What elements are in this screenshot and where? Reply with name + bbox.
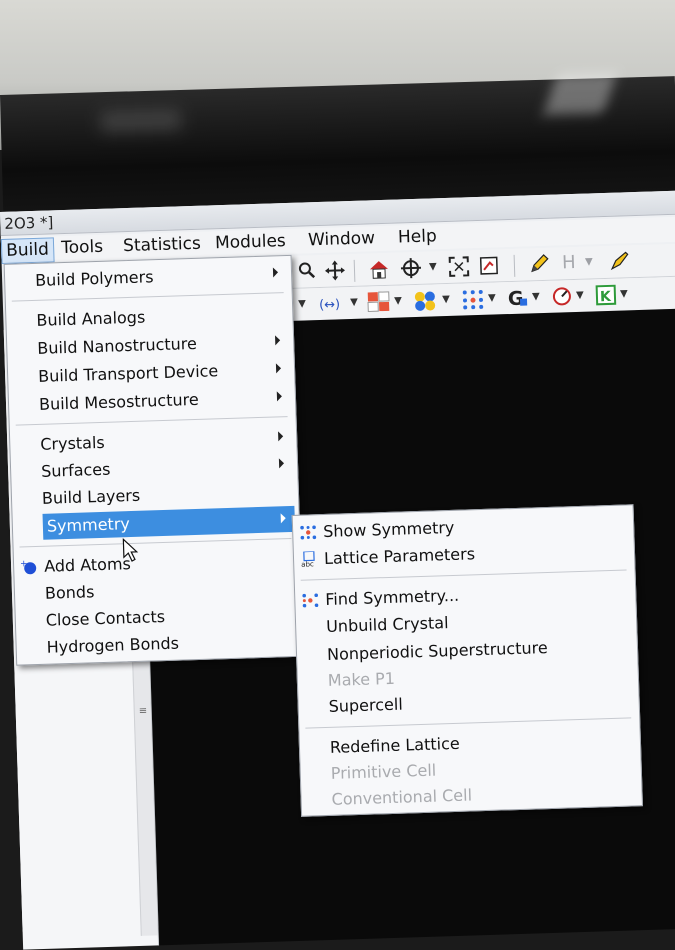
menu-item-build-polymers[interactable]: Build Polymers: [5, 260, 292, 295]
lattice-icon[interactable]: [461, 288, 486, 311]
home-icon[interactable]: [368, 258, 391, 281]
toolbar-separator: [353, 259, 356, 282]
chevron-right-icon: [275, 363, 282, 374]
svg-text:+: +: [20, 559, 28, 569]
k-icon[interactable]: K: [595, 284, 618, 307]
find-symmetry-icon: [301, 592, 319, 609]
chevron-right-icon: [278, 458, 285, 469]
chevron-down-icon[interactable]: ▼: [428, 256, 439, 278]
window-title: 2O3 *]: [4, 213, 54, 233]
application-window: 2O3 *] Build Tools Statistics Modules Wi…: [0, 190, 675, 950]
viewer-icon[interactable]: [478, 254, 501, 277]
menu-modules[interactable]: Modules: [211, 230, 290, 255]
menu-separator: [15, 416, 288, 426]
chevron-right-icon: [278, 431, 284, 442]
svg-text:G: G: [508, 288, 524, 310]
symmetry-dots-icon: [299, 524, 317, 541]
chevron-right-icon: [275, 335, 281, 346]
chevron-right-icon: [272, 267, 279, 278]
bezel-reflection-2: [100, 109, 182, 133]
symmetry-submenu: Show Symmetry abc Lattice Parameters Fin…: [291, 504, 643, 817]
balls-icon[interactable]: [413, 289, 440, 312]
toolbar-separator: [513, 254, 516, 277]
chevron-down-icon[interactable]: ▼: [441, 289, 452, 311]
crosshair-icon[interactable]: [400, 257, 423, 280]
add-atoms-icon: +: [20, 559, 38, 576]
bezel-reflection: [543, 72, 617, 115]
chevron-down-icon[interactable]: ▼: [349, 292, 360, 314]
menu-separator: [19, 538, 292, 548]
hydrogen-label[interactable]: H: [558, 252, 581, 275]
brush-icon[interactable]: [608, 250, 631, 273]
svg-text:K: K: [600, 289, 612, 305]
move-icon[interactable]: [324, 259, 347, 282]
chevron-right-icon: [276, 391, 283, 402]
menu-build[interactable]: Build: [0, 237, 55, 264]
menu-window[interactable]: Window: [304, 227, 380, 252]
svg-text:abc: abc: [301, 560, 314, 567]
chevron-down-icon[interactable]: ▼: [297, 293, 308, 315]
g-icon[interactable]: G: [507, 286, 530, 310]
menu-separator: [11, 292, 284, 302]
pencil-icon[interactable]: [528, 253, 551, 276]
build-menu: Build Polymers Build Analogs Build Nanos…: [3, 254, 305, 666]
svg-text:(↔): (↔): [319, 297, 341, 313]
chevron-right-icon: [280, 513, 286, 524]
lattice-abc-icon: abc: [300, 550, 318, 569]
compass-icon[interactable]: [551, 285, 574, 308]
menu-statistics[interactable]: Statistics: [119, 233, 205, 259]
chevron-down-icon[interactable]: ▼: [575, 285, 586, 307]
atoms-table-icon[interactable]: [367, 291, 392, 314]
chevron-down-icon[interactable]: ▼: [619, 283, 630, 305]
chevron-down-icon[interactable]: ▼: [487, 287, 498, 309]
menu-help[interactable]: Help: [394, 225, 441, 249]
chevron-down-icon[interactable]: ▼: [531, 286, 542, 308]
chevron-down-icon[interactable]: ▼: [393, 290, 404, 312]
measure-icon[interactable]: (↔): [317, 292, 348, 315]
fit-icon[interactable]: [448, 255, 471, 278]
grip-icon[interactable]: ≡: [139, 706, 148, 717]
menu-item-symmetry[interactable]: Symmetry: [42, 505, 296, 540]
chevron-down-icon[interactable]: ▼: [584, 251, 595, 273]
menu-tools[interactable]: Tools: [57, 236, 108, 261]
search-icon[interactable]: [296, 260, 319, 283]
